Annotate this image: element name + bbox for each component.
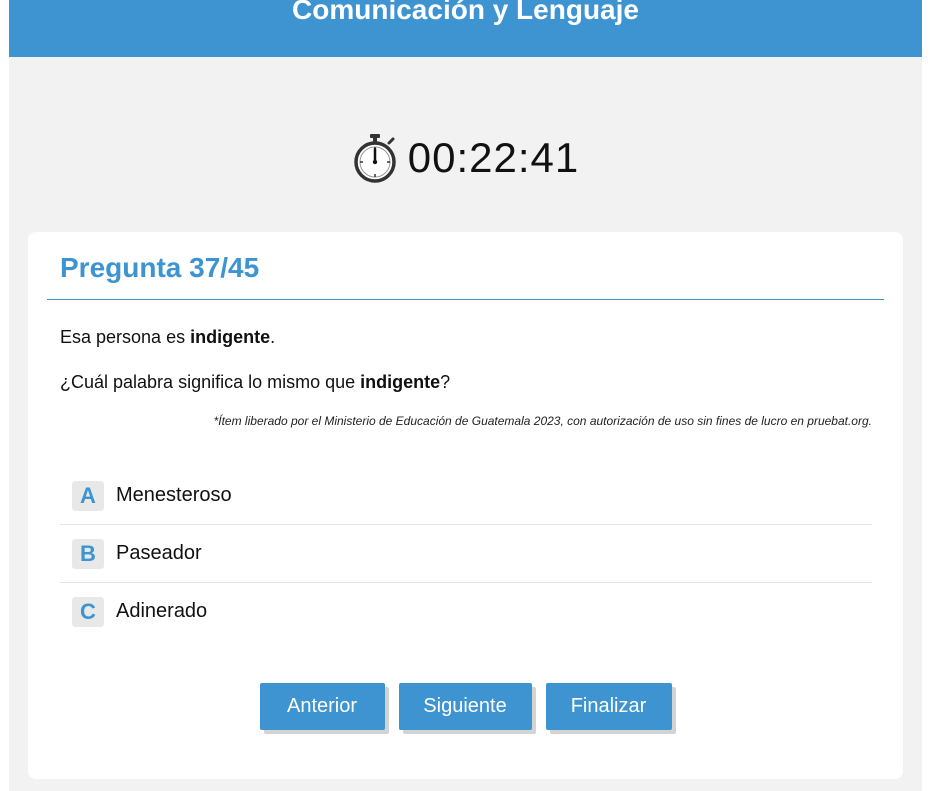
option-b[interactable]: B Paseador [60,525,872,583]
item-credit-note: *Ítem liberado por el Ministerio de Educ… [213,414,872,428]
sentence-keyword: indigente [190,327,271,347]
question-prompt: ¿Cuál palabra significa lo mismo que ind… [60,372,450,393]
question-card: Pregunta 37/45 Esa persona es indigente.… [28,232,903,779]
prompt-keyword: indigente [360,372,441,392]
countdown-timer: 00:22:41 [9,128,922,188]
title-divider [47,299,884,300]
option-text: Paseador [116,542,202,564]
stopwatch-icon [354,134,396,183]
option-a[interactable]: A Menesteroso [60,467,872,525]
option-letter: B [72,538,104,569]
next-button[interactable]: Siguiente [398,683,532,730]
header-bar: Comunicación y Lenguaje [9,0,922,57]
option-text: Adinerado [116,600,208,622]
option-text: Menesteroso [116,484,232,506]
sentence-prefix: Esa persona es [60,327,191,347]
subject-title: Comunicación y Lenguaje [292,0,639,25]
question-sentence: Esa persona es indigente. [60,327,275,348]
option-letter: C [72,596,104,627]
quiz-page: Comunicación y Lenguaje 00:22:41 Pregunt… [9,0,922,791]
answer-options: A Menesteroso B Paseador C Adinerado [60,467,872,640]
previous-button[interactable]: Anterior [259,683,385,730]
prompt-prefix: ¿Cuál palabra significa lo mismo que [60,372,361,392]
prompt-suffix: ? [440,372,451,392]
navigation-buttons: Anterior Siguiente Finalizar [28,683,903,730]
question-number-title: Pregunta 37/45 [60,252,260,283]
option-letter: A [72,480,104,511]
timer-value: 00:22:41 [407,134,580,181]
sentence-suffix: . [270,327,276,347]
finish-button[interactable]: Finalizar [545,683,672,730]
option-c[interactable]: C Adinerado [60,583,872,640]
